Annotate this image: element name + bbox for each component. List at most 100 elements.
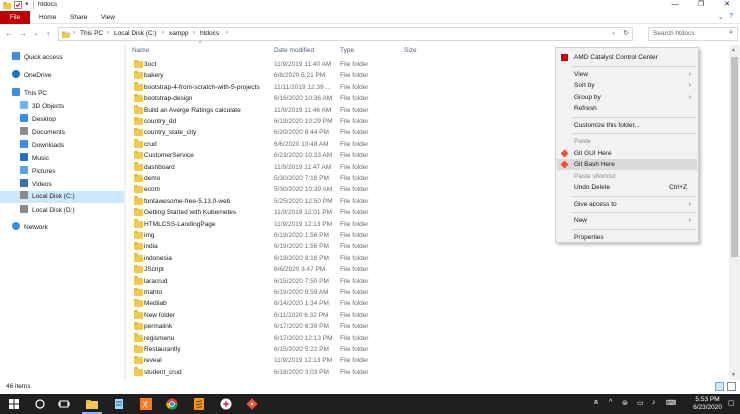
- nav-item-videos[interactable]: Videos: [0, 179, 124, 191]
- clock[interactable]: 5:53 PM 6/23/2020: [693, 396, 722, 412]
- notepad-icon[interactable]: [113, 398, 125, 410]
- file-row[interactable]: indonesia 6/19/2020 8:18 PM File folder: [128, 253, 728, 264]
- sublime-text-icon[interactable]: [193, 398, 205, 410]
- breadcrumb-local-disk[interactable]: Local Disk (C:): [114, 30, 157, 37]
- nav-item-quick-access[interactable]: Quick access: [0, 52, 124, 64]
- nav-item-onedrive[interactable]: OneDrive: [0, 70, 124, 82]
- file-row[interactable]: JScript 6/6/2020 3:47 PM File folder: [128, 264, 728, 275]
- help-icon[interactable]: ?: [729, 13, 733, 20]
- people-icon[interactable]: ጸ: [594, 399, 598, 407]
- nav-item-network[interactable]: Network: [0, 222, 124, 234]
- close-button[interactable]: ✕: [714, 0, 740, 10]
- language-icon[interactable]: ⌨: [666, 399, 676, 407]
- forward-icon[interactable]: →: [18, 28, 28, 40]
- amd-icon: [561, 54, 568, 61]
- file-row[interactable]: student_crud 6/18/2020 3:03 PM File folder: [128, 367, 728, 378]
- nav-item-this-pc[interactable]: This PC: [0, 88, 124, 100]
- menu-separator: [572, 228, 696, 230]
- nav-item-3d-objects[interactable]: 3D Objects: [0, 101, 124, 113]
- app-icon[interactable]: [220, 398, 232, 410]
- file-row[interactable]: mahto 6/19/2020 9:59 AM File folder: [128, 287, 728, 298]
- column-header-size[interactable]: Size: [404, 45, 417, 57]
- file-date: 6/15/2020 7:50 PM: [274, 277, 329, 285]
- address-bar[interactable]: › This PC › Local Disk (C:) › xampp › ht…: [58, 27, 633, 41]
- show-hidden-icons-icon[interactable]: ^: [609, 399, 612, 406]
- menu-item-amd-catalyst-control-center[interactable]: AMD Catalyst Control Center: [557, 52, 697, 63]
- file-date: 6/6/2020 10:48 AM: [274, 140, 329, 148]
- maximize-button[interactable]: ❐: [688, 0, 714, 10]
- scrollbar-thumb[interactable]: [731, 57, 738, 257]
- file-row[interactable]: Restaurantly 6/15/2020 5:22 PM File folder: [128, 344, 728, 355]
- back-icon[interactable]: ←: [4, 28, 14, 40]
- properties-icon[interactable]: [14, 1, 22, 9]
- minimize-button[interactable]: —: [662, 0, 688, 10]
- file-list-scrollbar[interactable]: ▲ ▼: [729, 45, 740, 380]
- up-icon[interactable]: ↑: [43, 28, 53, 40]
- nav-item-local-disk-c[interactable]: Local Disk (C:): [0, 191, 124, 203]
- breadcrumb-htdocs[interactable]: htdocs: [200, 30, 219, 37]
- menu-item-customize-this-folder[interactable]: Customize this folder...: [557, 120, 697, 131]
- battery-icon[interactable]: ▭: [637, 399, 644, 407]
- file-row[interactable]: reveal 11/9/2019 12:13 PM File folder: [128, 355, 728, 366]
- file-type: File folder: [340, 300, 369, 308]
- tab-file[interactable]: File: [0, 11, 30, 24]
- xampp-icon[interactable]: X: [140, 398, 152, 410]
- file-row[interactable]: permalink 6/17/2020 6:39 PM File folder: [128, 321, 728, 332]
- nav-item-music[interactable]: Music: [0, 153, 124, 165]
- menu-item-view[interactable]: View ›: [557, 69, 697, 80]
- start-icon[interactable]: [8, 398, 20, 410]
- quick-access-dropdown-icon[interactable]: ▾: [25, 1, 33, 9]
- column-header-date[interactable]: Date modified: [274, 45, 314, 57]
- scroll-down-icon[interactable]: ▼: [731, 372, 736, 378]
- recent-locations-icon[interactable]: ⌄: [31, 28, 41, 40]
- file-explorer-icon[interactable]: [86, 398, 98, 410]
- nav-item-desktop[interactable]: Desktop: [0, 114, 124, 126]
- menu-item-properties[interactable]: Properties: [557, 232, 697, 243]
- menu-item-git-bash-here[interactable]: Git Bash Here: [557, 159, 697, 170]
- chrome-icon[interactable]: [166, 398, 178, 410]
- menu-item-group-by[interactable]: Group by ›: [557, 92, 697, 103]
- tab-home[interactable]: Home: [35, 11, 60, 24]
- file-row[interactable]: New folder 6/11/2020 6:32 PM File folder: [128, 310, 728, 321]
- context-menu: AMD Catalyst Control Center View › Sort by ›…: [555, 47, 699, 243]
- menu-item-sort-by[interactable]: Sort by ›: [557, 80, 697, 91]
- menu-item-refresh[interactable]: Refresh: [557, 103, 697, 114]
- pictures-icon: [20, 166, 28, 175]
- nav-item-downloads[interactable]: Downloads: [0, 140, 124, 152]
- nav-item-local-disk-d[interactable]: Local Disk (D:): [0, 205, 124, 217]
- tab-view[interactable]: View: [97, 11, 119, 24]
- notifications-icon[interactable]: ▢: [728, 399, 735, 407]
- file-row[interactable]: india 6/19/2020 1:56 PM File folder: [128, 241, 728, 252]
- file-row[interactable]: laracrud 6/15/2020 7:50 PM File folder: [128, 276, 728, 287]
- nav-item-pictures[interactable]: Pictures: [0, 166, 124, 178]
- menu-item-undo-delete[interactable]: Undo Delete Ctrl+Z: [557, 182, 697, 193]
- folder-icon: [134, 367, 143, 376]
- navigation-pane-scrollbar[interactable]: [124, 45, 126, 380]
- nav-item-label: Pictures: [32, 168, 56, 175]
- nav-item-documents[interactable]: Documents: [0, 127, 124, 139]
- tab-share[interactable]: Share: [66, 11, 91, 24]
- refresh-icon[interactable]: ↻: [623, 29, 629, 37]
- search-icon[interactable]: [34, 398, 46, 410]
- details-view-icon[interactable]: [715, 382, 724, 391]
- network-icon[interactable]: ⊜: [622, 399, 628, 407]
- nav-item-label: Downloads: [32, 142, 65, 149]
- menu-item-git-gui-here[interactable]: Git GUI Here: [557, 148, 697, 159]
- scroll-up-icon[interactable]: ▲: [731, 47, 736, 53]
- volume-icon[interactable]: ♪: [652, 399, 656, 406]
- file-row[interactable]: regismenu 6/17/2020 12:13 PM File folder: [128, 333, 728, 344]
- menu-item-give-access-to[interactable]: Give access to ›: [557, 199, 697, 210]
- column-header-name[interactable]: Name: [132, 45, 149, 57]
- file-row[interactable]: Medilab 6/14/2020 1:34 PM File folder: [128, 298, 728, 309]
- expand-ribbon-icon[interactable]: ⌄: [718, 13, 724, 21]
- large-icons-view-icon[interactable]: [727, 382, 736, 391]
- git-icon[interactable]: [246, 398, 258, 410]
- column-header-type[interactable]: Type: [340, 45, 354, 57]
- task-view-icon[interactable]: [58, 398, 70, 410]
- breadcrumb-this-pc[interactable]: This PC: [80, 30, 103, 37]
- address-history-dropdown-icon[interactable]: ⌄: [611, 29, 616, 36]
- file-name: reveal: [144, 357, 162, 365]
- menu-item-new[interactable]: New ›: [557, 215, 697, 226]
- search-input[interactable]: Search htdocs ⌕: [648, 27, 738, 41]
- breadcrumb-xampp[interactable]: xampp: [169, 30, 189, 37]
